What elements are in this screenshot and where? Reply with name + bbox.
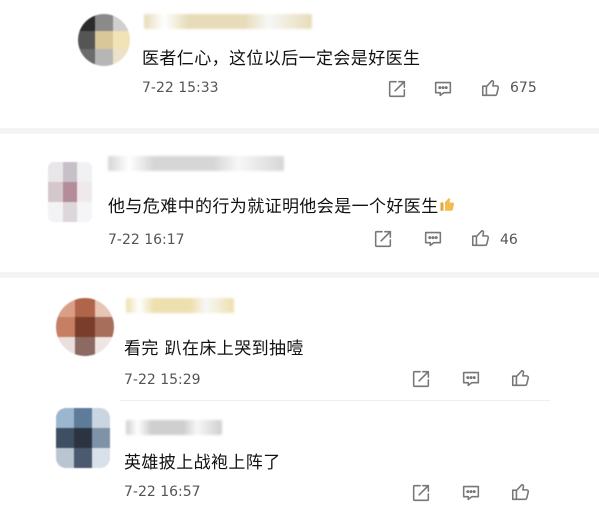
thumbs-up-icon[interactable] bbox=[510, 367, 532, 389]
avatar-pixel bbox=[62, 182, 78, 202]
thumbs-up-icon[interactable] bbox=[510, 481, 532, 503]
share-icon[interactable] bbox=[372, 228, 394, 250]
divider bbox=[0, 128, 599, 134]
avatar-pixel bbox=[56, 298, 76, 318]
avatar-pixel bbox=[112, 31, 130, 49]
avatar-pixel bbox=[78, 48, 96, 66]
avatar-pixel bbox=[112, 48, 130, 66]
avatar-pixel bbox=[74, 408, 92, 428]
comment-icon[interactable] bbox=[422, 228, 444, 250]
share-icon[interactable] bbox=[410, 482, 432, 504]
avatar-pixel bbox=[48, 182, 63, 202]
avatar[interactable] bbox=[56, 298, 114, 356]
timestamp: 7-22 15:29 bbox=[124, 372, 201, 388]
avatar-pixel bbox=[75, 317, 95, 337]
comment-card-4: 英雄披上战袍上阵了 7-22 16:57 bbox=[50, 402, 550, 511]
comment-icon[interactable] bbox=[460, 368, 482, 390]
avatar[interactable] bbox=[48, 162, 92, 222]
username[interactable] bbox=[144, 14, 312, 29]
avatar-pixel bbox=[77, 182, 92, 202]
comment-card-2: 他与危难中的行为就证明他会是一个好医生 7-22 16:17 46 bbox=[40, 150, 580, 262]
avatar-pixel bbox=[92, 448, 110, 468]
avatar-pixel bbox=[77, 162, 92, 182]
avatar-pixel bbox=[62, 202, 78, 222]
avatar[interactable] bbox=[56, 408, 110, 468]
like-count: 675 bbox=[510, 80, 537, 96]
avatar-pixel bbox=[56, 408, 74, 428]
timestamp: 7-22 16:17 bbox=[108, 232, 185, 248]
share-icon[interactable] bbox=[386, 78, 408, 100]
comment-card-3: 看完 趴在床上哭到抽噎 7-22 15:29 bbox=[50, 290, 550, 400]
avatar-pixel bbox=[48, 162, 63, 182]
share-icon[interactable] bbox=[410, 368, 432, 390]
comment-text: 看完 趴在床上哭到抽噎 bbox=[124, 339, 304, 359]
avatar-pixel bbox=[92, 428, 110, 448]
avatar-pixel bbox=[75, 298, 95, 318]
avatar-pixel bbox=[48, 202, 63, 222]
avatar[interactable] bbox=[78, 14, 130, 66]
timestamp: 7-22 15:33 bbox=[142, 80, 219, 96]
divider bbox=[120, 400, 550, 401]
like-count: 46 bbox=[500, 232, 518, 248]
comment-text: 他与危难中的行为就证明他会是一个好医生 bbox=[108, 192, 457, 218]
divider bbox=[0, 272, 599, 278]
avatar-pixel bbox=[95, 31, 113, 49]
comment-text-body: 他与危难中的行为就证明他会是一个好医生 bbox=[108, 197, 439, 217]
avatar-pixel bbox=[77, 202, 92, 222]
comment-icon[interactable] bbox=[460, 482, 482, 504]
avatar-pixel bbox=[56, 317, 76, 337]
avatar-pixel bbox=[56, 428, 74, 448]
username[interactable] bbox=[108, 156, 284, 171]
thumbs-up-icon[interactable] bbox=[480, 77, 502, 99]
avatar-pixel bbox=[75, 336, 95, 356]
avatar-pixel bbox=[94, 336, 114, 356]
avatar-pixel bbox=[95, 48, 113, 66]
avatar-pixel bbox=[92, 408, 110, 428]
avatar-pixel bbox=[95, 14, 113, 32]
avatar-pixel bbox=[56, 448, 74, 468]
avatar-pixel bbox=[112, 14, 130, 32]
avatar-pixel bbox=[56, 336, 76, 356]
avatar-pixel bbox=[74, 428, 92, 448]
comment-card-1: 医者仁心，这位以后一定会是好医生 7-22 15:33 675 bbox=[70, 0, 550, 112]
avatar-pixel bbox=[78, 14, 96, 32]
avatar-pixel bbox=[74, 448, 92, 468]
timestamp: 7-22 16:57 bbox=[124, 484, 201, 500]
username[interactable] bbox=[126, 420, 222, 435]
username[interactable] bbox=[126, 298, 234, 313]
avatar-pixel bbox=[94, 298, 114, 318]
thumbs-up-emoji-icon bbox=[439, 195, 457, 218]
comment-text: 医者仁心，这位以后一定会是好医生 bbox=[142, 49, 421, 69]
avatar-pixel bbox=[78, 31, 96, 49]
comment-text: 英雄披上战袍上阵了 bbox=[124, 453, 281, 473]
thumbs-up-icon[interactable] bbox=[470, 227, 492, 249]
avatar-pixel bbox=[62, 162, 78, 182]
comment-icon[interactable] bbox=[432, 78, 454, 100]
avatar-pixel bbox=[94, 317, 114, 337]
